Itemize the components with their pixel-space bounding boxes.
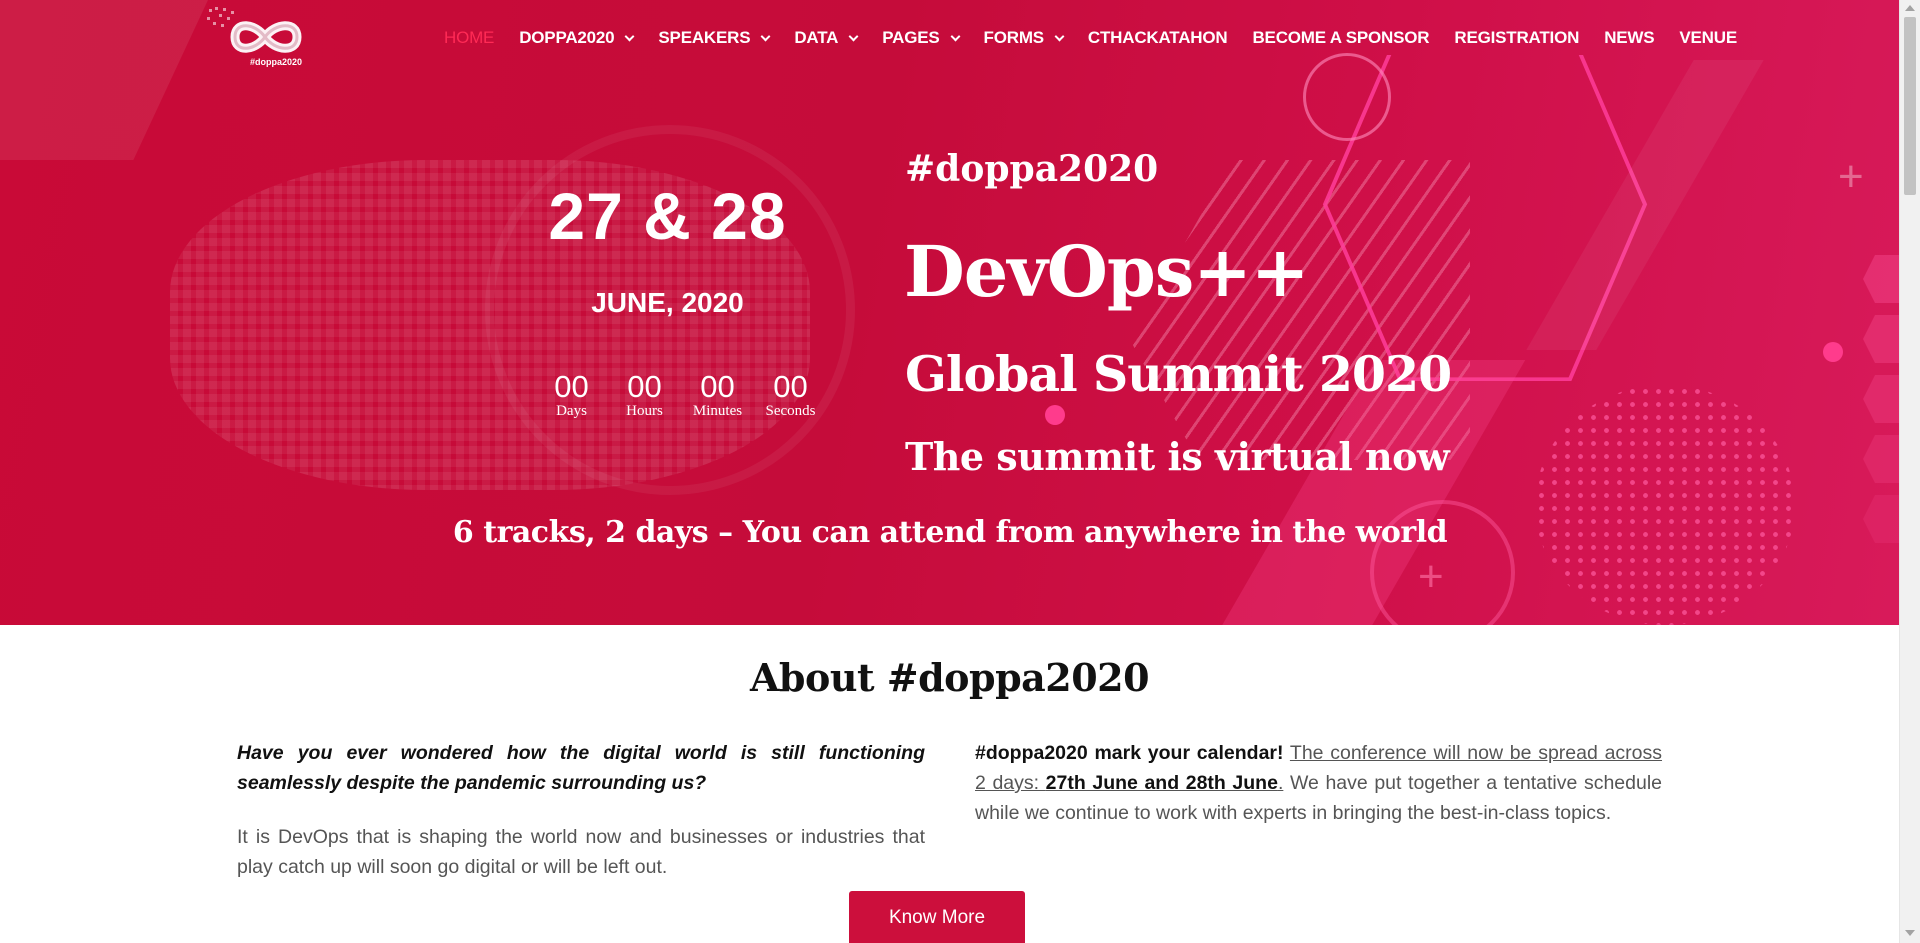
scroll-down-arrow-icon[interactable] (1905, 930, 1915, 936)
decor-plus: + (1838, 152, 1864, 201)
hero-title: DevOps++ (904, 230, 1310, 313)
about-paragraph: It is DevOps that is shaping the world n… (237, 826, 925, 878)
about-right-column: #doppa2020 mark your calendar! The confe… (975, 738, 1662, 828)
countdown-value: 00 (773, 369, 808, 404)
decor-band (0, 0, 227, 160)
about-left-column: Have you ever wondered how the digital w… (237, 738, 925, 882)
scroll-up-arrow-icon[interactable] (1905, 5, 1915, 11)
countdown-days: 00 Days (535, 370, 608, 419)
chevron-down-icon (848, 31, 859, 41)
hero-banner: + + #doppa2020 Home doppa2020 Speakers D… (0, 0, 1899, 625)
countdown-timer: 00 Days 00 Hours 00 Minutes 00 Seconds (535, 370, 827, 419)
countdown-label: Days (556, 403, 587, 419)
countdown-label: Seconds (765, 403, 816, 419)
page-scrollbar[interactable] (1899, 0, 1920, 943)
chevron-down-icon (760, 31, 771, 41)
nav-item-home[interactable]: Home (444, 28, 494, 48)
about-calendar-text: #doppa2020 mark your calendar! The confe… (975, 738, 1662, 828)
chevron-down-icon (950, 31, 960, 41)
nav-item-registration[interactable]: Registration (1454, 28, 1579, 48)
decor-dot-grid (1535, 385, 1795, 625)
event-month: JUNE, 2020 (591, 287, 744, 318)
hero-tracks-tagline: 6 tracks, 2 days – You can attend from a… (452, 515, 1448, 550)
decor-dot (1045, 405, 1065, 425)
hero-hashtag: #doppa2020 (905, 148, 1159, 190)
decor-hex-column (1863, 255, 1899, 543)
event-dates: 27 & 28 (548, 179, 787, 253)
countdown-minutes: 00 Minutes (681, 370, 754, 419)
nav-item-venue[interactable]: Venue (1679, 28, 1737, 48)
countdown-value: 00 (554, 369, 589, 404)
nav-item-sponsor[interactable]: Become a Sponsor (1252, 28, 1429, 48)
countdown-seconds: 00 Seconds (754, 370, 827, 419)
hero-virtual-note: The summit is virtual now (905, 434, 1450, 479)
calendar-heading: #doppa2020 mark your calendar! (975, 742, 1284, 764)
nav-item-speakers[interactable]: Speakers (658, 28, 771, 48)
nav-item-forms[interactable]: Forms (984, 28, 1065, 48)
countdown-label: Minutes (692, 403, 743, 419)
decor-plus: + (1418, 552, 1444, 601)
chevron-down-icon (1054, 31, 1065, 41)
nav-item-hackathon[interactable]: CTHackatahon (1088, 28, 1228, 48)
chevron-down-icon (624, 31, 635, 41)
nav-item-doppa2020[interactable]: doppa2020 (519, 28, 635, 48)
main-nav: Home doppa2020 Speakers Data Pages Forms… (444, 26, 1737, 50)
nav-item-data[interactable]: Data (794, 28, 859, 48)
about-question: Have you ever wondered how the digital w… (237, 742, 925, 794)
scrollbar-thumb[interactable] (1904, 17, 1916, 195)
logo-caption: #doppa2020 (249, 57, 303, 67)
know-more-button[interactable]: Know More (849, 891, 1025, 943)
countdown-value: 00 (627, 369, 662, 404)
decor-ring (1303, 53, 1391, 141)
nav-item-pages[interactable]: Pages (882, 28, 960, 48)
nav-item-news[interactable]: News (1604, 28, 1654, 48)
countdown-label: Hours (626, 403, 663, 419)
hero-subtitle: Global Summit 2020 (905, 345, 1452, 403)
decor-dot (1823, 342, 1843, 362)
countdown-hours: 00 Hours (608, 370, 681, 419)
countdown-value: 00 (700, 369, 735, 404)
about-title: About #doppa2020 (749, 655, 1150, 700)
